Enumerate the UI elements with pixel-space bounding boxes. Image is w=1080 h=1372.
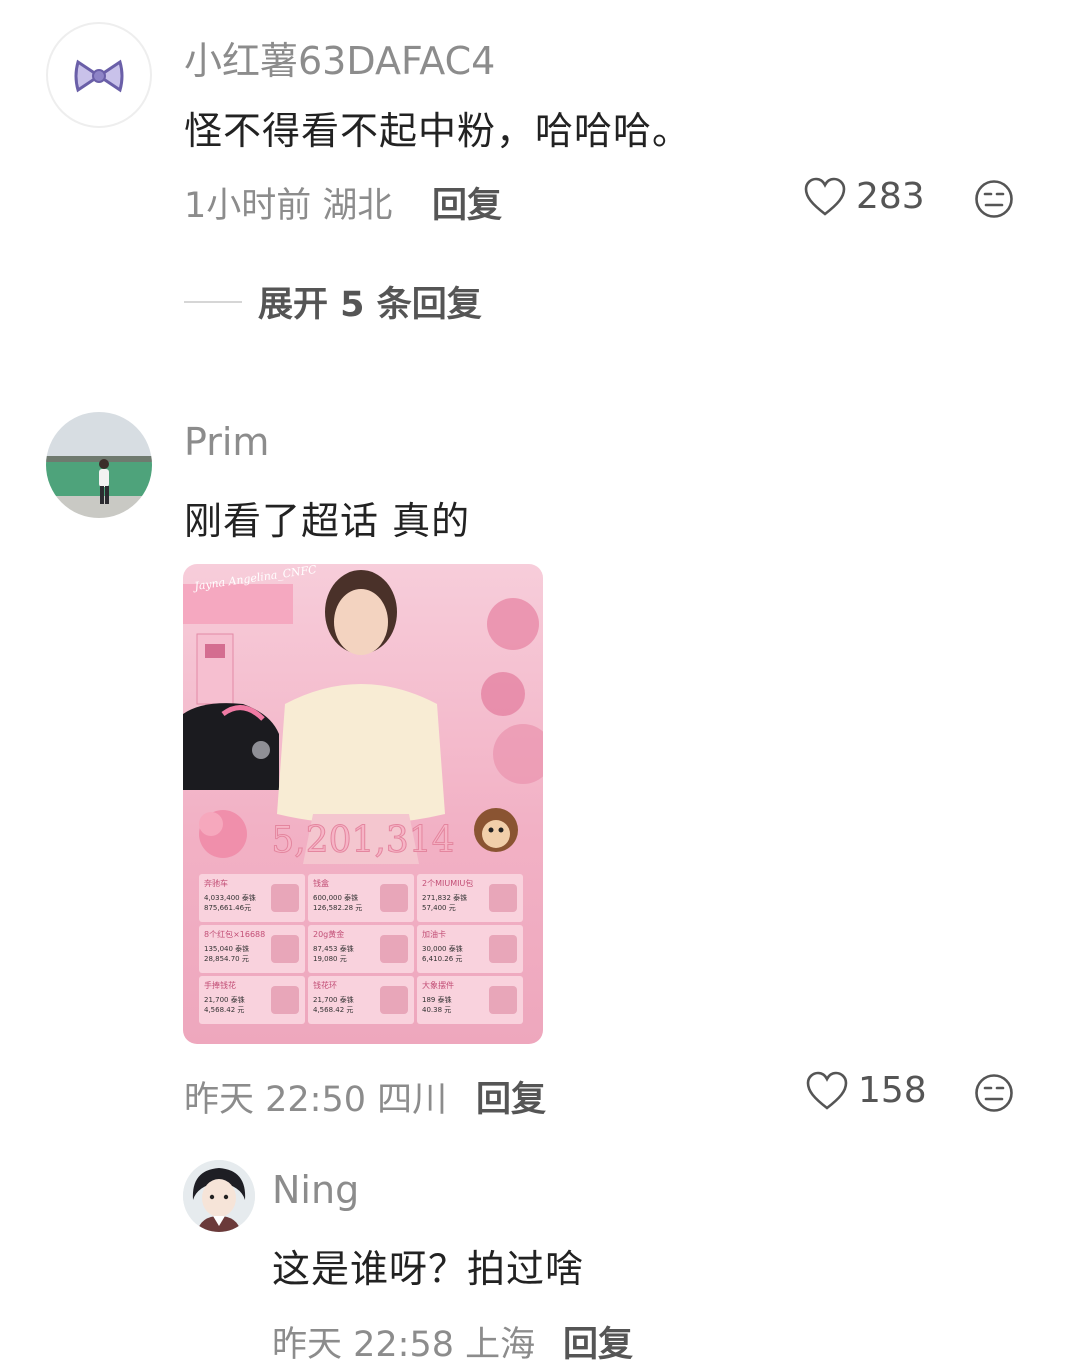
gift-card: 钱花环 21,700 泰铢 4,568.42 元 <box>308 976 414 1024</box>
gift-card: 钱盒 600,000 泰铢 126,582.28 元 <box>308 874 414 922</box>
gift-price-cny: 6,410.26 元 <box>422 955 462 963</box>
heart-icon <box>804 177 846 217</box>
divider <box>184 300 242 303</box>
avatar[interactable] <box>46 22 152 128</box>
gift-price-thb: 600,000 泰铢 <box>313 893 358 902</box>
bow-icon <box>74 59 124 93</box>
gift-name: 手捧钱花 <box>204 980 236 990</box>
gift-thumbnail <box>380 986 408 1014</box>
gift-price-thb: 87,453 泰铢 <box>313 944 354 953</box>
gift-thumbnail <box>489 986 517 1014</box>
gift-price-thb: 4,033,400 泰铢 <box>204 893 256 902</box>
gift-thumbnail <box>271 935 299 963</box>
gift-card: 2个MIUMIU包 271,832 泰铢 57,400 元 <box>417 874 523 922</box>
gift-thumbnail <box>489 884 517 912</box>
gift-price-thb: 21,700 泰铢 <box>313 995 354 1004</box>
comment-text: 刚看了超话 真的 <box>184 499 471 543</box>
comment-username[interactable]: 小红薯63DAFAC4 <box>184 30 495 85</box>
anime-avatar-icon <box>183 1160 255 1232</box>
gift-price-thb: 271,832 泰铢 <box>422 893 467 902</box>
gift-card: 奔驰车 4,033,400 泰铢 875,661.46元 <box>199 874 305 922</box>
gift-card: 加油卡 30,000 泰铢 6,410.26 元 <box>417 925 523 973</box>
gift-name: 大象摆件 <box>422 980 454 990</box>
gift-thumbnail <box>380 935 408 963</box>
gift-card: 大象摆件 189 泰铢 40.38 元 <box>417 976 523 1024</box>
gift-name: 8个红包×16688 <box>204 929 265 939</box>
lake-photo <box>46 412 152 518</box>
like-count: 158 <box>858 1070 927 1111</box>
reply-button[interactable]: 回复 <box>476 1071 546 1122</box>
gift-name: 20g黄金 <box>313 929 344 939</box>
gift-thumbnail <box>489 935 517 963</box>
reply-meta: 昨天 22:58 上海 <box>272 1325 536 1365</box>
like-button[interactable]: 158 <box>806 1070 927 1111</box>
expand-replies-button[interactable]: 展开 5 条回复 <box>184 276 482 327</box>
gift-thumbnail <box>271 884 299 912</box>
gift-card: 20g黄金 87,453 泰铢 19,080 元 <box>308 925 414 973</box>
gift-price-cny: 19,080 元 <box>313 955 347 963</box>
comment-username[interactable]: Prim <box>184 420 269 464</box>
gift-price-cny: 4,568.42 元 <box>204 1006 244 1014</box>
reply-username[interactable]: Ning <box>272 1168 359 1212</box>
gift-card: 8个红包×16688 135,040 泰铢 28,854.70 元 <box>199 925 305 973</box>
reply-button[interactable]: 回复 <box>432 177 502 228</box>
gift-price-cny: 28,854.70 元 <box>204 955 249 963</box>
gift-price-cny: 4,568.42 元 <box>313 1006 353 1014</box>
gift-price-cny: 126,582.28 元 <box>313 904 362 912</box>
gift-price-thb: 21,700 泰铢 <box>204 995 245 1004</box>
gift-price-cny: 57,400 元 <box>422 904 456 912</box>
gift-name: 2个MIUMIU包 <box>422 878 473 888</box>
gift-price-thb: 30,000 泰铢 <box>422 944 463 953</box>
heart-icon <box>806 1071 848 1111</box>
gift-price-cny: 40.38 元 <box>422 1006 451 1014</box>
like-button[interactable]: 283 <box>804 176 925 217</box>
dislike-face-icon[interactable] <box>974 179 1014 219</box>
dislike-face-icon[interactable] <box>974 1073 1014 1113</box>
gift-thumbnail <box>271 986 299 1014</box>
comment-meta: 1小时前 湖北 <box>184 186 393 226</box>
comment-meta: 昨天 22:50 四川 <box>184 1080 448 1120</box>
gift-name: 奔驰车 <box>204 878 228 888</box>
gift-name: 加油卡 <box>422 929 446 939</box>
avatar[interactable] <box>46 412 152 518</box>
avatar[interactable] <box>183 1160 255 1232</box>
reply-text: 这是谁呀？拍过啥 <box>272 1247 585 1291</box>
reply-button[interactable]: 回复 <box>563 1316 633 1367</box>
like-count: 283 <box>856 176 925 217</box>
image-total: 5,201,314 <box>271 820 454 861</box>
gift-thumbnail <box>380 884 408 912</box>
gift-price-thb: 135,040 泰铢 <box>204 944 249 953</box>
gift-name: 钱花环 <box>313 980 337 990</box>
gift-price-thb: 189 泰铢 <box>422 995 452 1004</box>
gift-card: 手捧钱花 21,700 泰铢 4,568.42 元 <box>199 976 305 1024</box>
expand-replies-label: 展开 5 条回复 <box>258 285 482 325</box>
comment-image[interactable]: 5,201,314 奔驰车 4,033,400 泰铢 875,661.46元 钱盒 60… <box>183 564 543 1044</box>
gift-price-cny: 875,661.46元 <box>204 904 251 912</box>
comment-text: 怪不得看不起中粉，哈哈哈。 <box>184 109 692 153</box>
gift-name: 钱盒 <box>313 878 329 888</box>
